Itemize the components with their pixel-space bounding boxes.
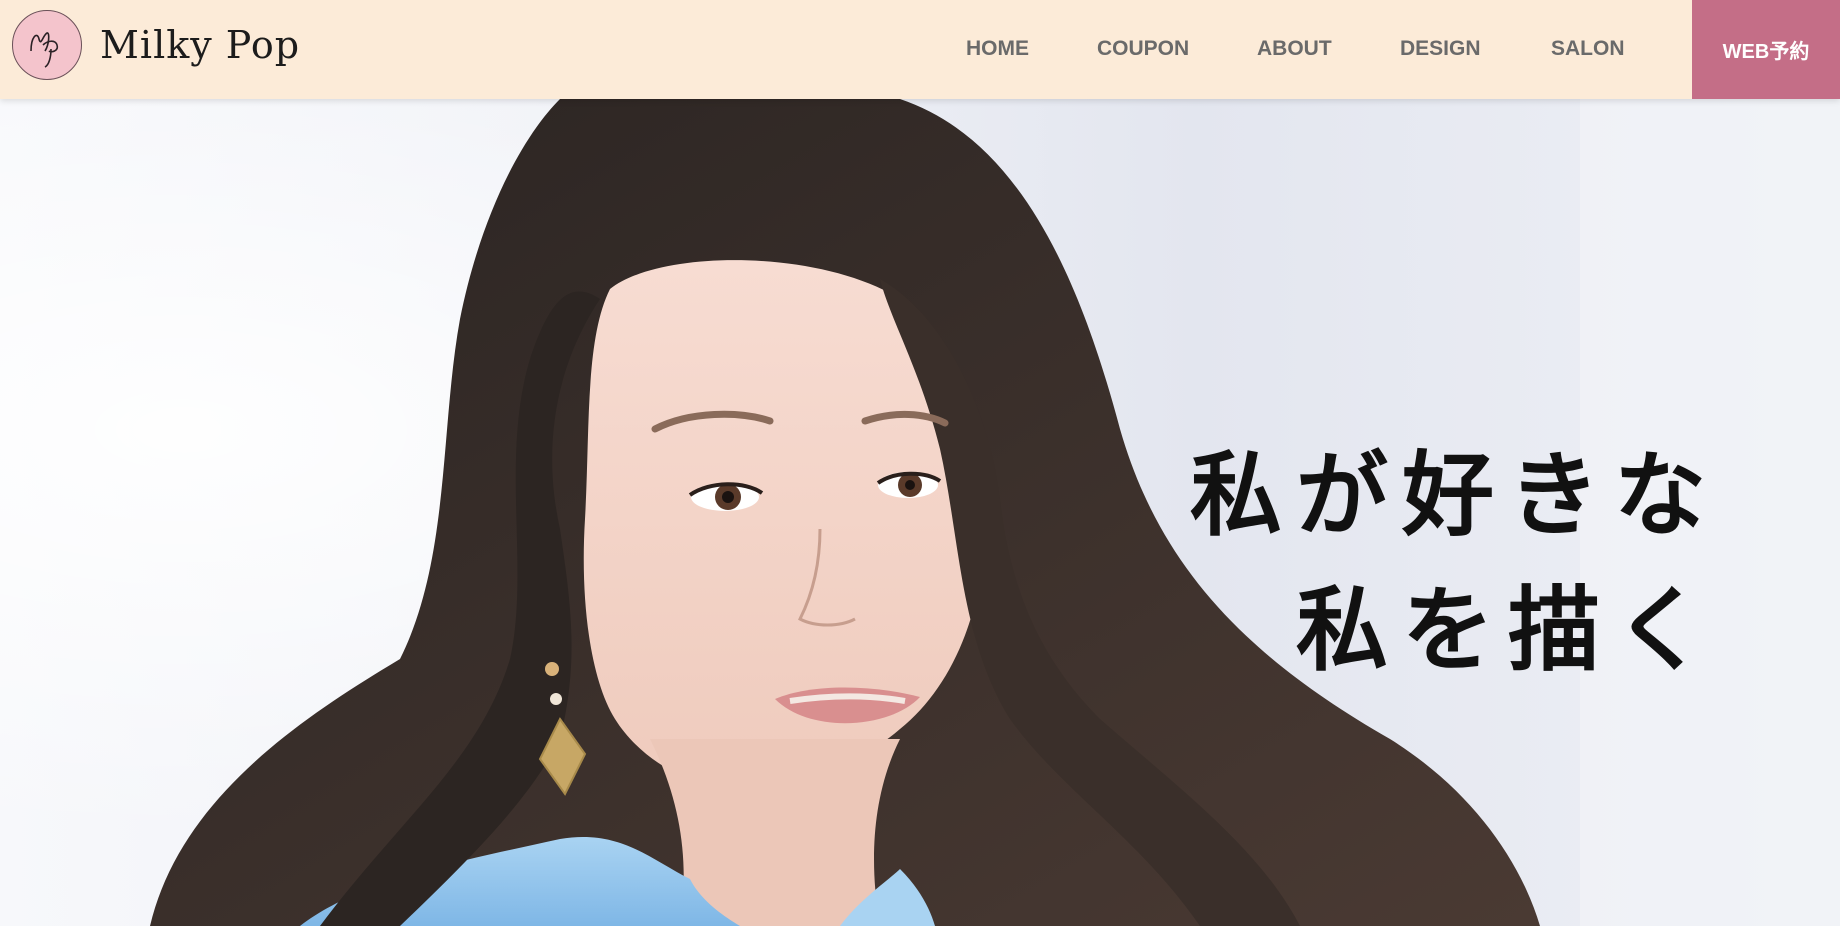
hero-catchcopy-line2: 私を描く xyxy=(1295,576,1720,684)
monogram-icon xyxy=(30,32,59,68)
site-name[interactable]: Milky Pop xyxy=(100,22,300,68)
hero-catchcopy-line1: 私が好きな xyxy=(1189,441,1720,549)
nav-about[interactable]: ABOUT xyxy=(1257,37,1332,61)
logo-icon[interactable] xyxy=(12,10,82,80)
nav-coupon[interactable]: COUPON xyxy=(1097,37,1189,61)
site-header: Milky Pop HOME COUPON ABOUT DESIGN SALON… xyxy=(0,0,1840,99)
nav-home[interactable]: HOME xyxy=(966,37,1029,61)
web-reserve-button[interactable]: WEB予約 xyxy=(1692,0,1840,99)
hero-section: 私が好きな 私を描く xyxy=(0,99,1840,926)
nav-salon[interactable]: SALON xyxy=(1551,37,1625,61)
nav-design[interactable]: DESIGN xyxy=(1400,37,1481,61)
